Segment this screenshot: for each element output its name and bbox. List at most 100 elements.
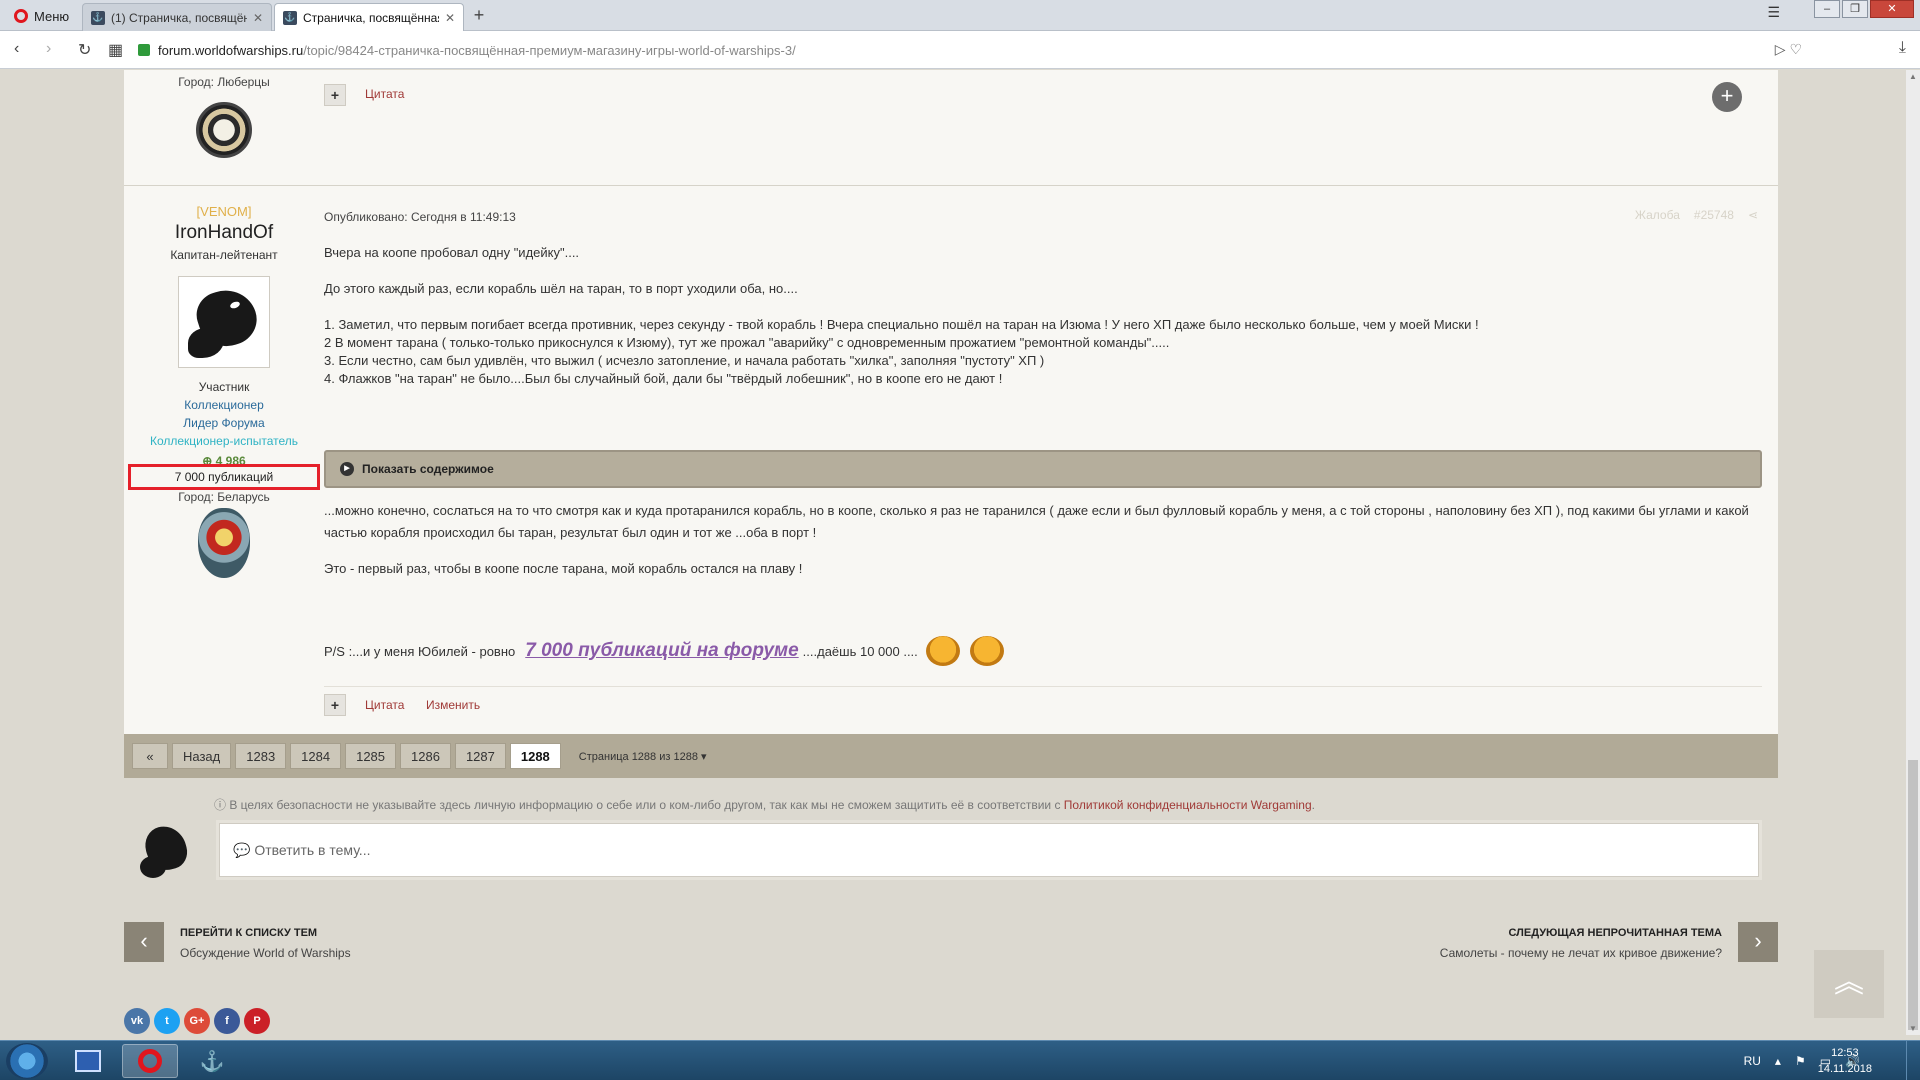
download-icon[interactable]: ⤓: [1899, 39, 1906, 57]
edit-link[interactable]: Изменить: [426, 698, 480, 712]
forward-arrow-icon[interactable]: ›: [46, 40, 51, 58]
share-icon[interactable]: ⋖: [1748, 208, 1758, 222]
post-number-link[interactable]: #25748: [1694, 208, 1734, 222]
spoiler-toggle[interactable]: ▶ Показать содержимое: [324, 450, 1762, 488]
post-paragraph: ...можно конечно, сослаться на то что см…: [324, 503, 1749, 540]
prev-author-city: Город: Люберцы: [178, 75, 270, 89]
show-desktop-button[interactable]: [1906, 1041, 1920, 1080]
clock-time: 12:53: [1831, 1047, 1859, 1059]
page-1287[interactable]: 1287: [454, 743, 506, 769]
tab-2-active[interactable]: ⚓ Страничка, посвящённая ✕: [274, 3, 464, 31]
next-unread-subtitle[interactable]: Самолеты - почему не лечат их кривое дви…: [1440, 946, 1722, 960]
quote-link[interactable]: Цитата: [365, 698, 404, 712]
back-arrow-icon[interactable]: ‹: [14, 40, 19, 58]
page-info-dropdown[interactable]: Страница 1288 из 1288 ▾: [579, 750, 707, 763]
minimize-icon[interactable]: –: [1814, 0, 1840, 18]
post-paragraph: Вчера на коопе пробовал одну "идейку"...…: [324, 245, 580, 260]
page-1284[interactable]: 1284: [290, 743, 342, 769]
author-avatar[interactable]: [178, 276, 270, 368]
post-meta-actions: Жалоба #25748 ⋖: [1635, 208, 1758, 222]
scroll-down-icon[interactable]: ▼: [1906, 1024, 1920, 1033]
multiquote-plus-button[interactable]: +: [324, 84, 346, 106]
previous-post: Город: Люберцы + Цитата +: [124, 70, 1778, 186]
opera-menu-button[interactable]: Меню: [6, 4, 77, 28]
add-circle-icon[interactable]: +: [1712, 82, 1742, 112]
close-window-icon[interactable]: ✕: [1870, 0, 1914, 18]
back-to-topics-arrow-icon[interactable]: ‹: [124, 922, 164, 962]
reload-icon[interactable]: ↻: [78, 40, 91, 60]
scroll-up-icon[interactable]: ▲: [1906, 72, 1920, 81]
clan-tag[interactable]: [VENOM]: [124, 204, 324, 219]
play-circle-icon: ▶: [340, 462, 354, 476]
prev-page-button[interactable]: Назад: [172, 743, 232, 769]
back-to-topics-subtitle[interactable]: Обсуждение World of Warships: [180, 946, 351, 960]
wows-favicon-icon: ⚓: [283, 10, 297, 25]
scrollbar-thumb[interactable]: [1908, 760, 1918, 1030]
scroll-to-top-button[interactable]: ︽: [1814, 950, 1884, 1018]
ps-prefix: P/S :...и у меня Юбилей - ровно: [324, 643, 516, 659]
page-1285[interactable]: 1285: [345, 743, 397, 769]
multiquote-plus-button[interactable]: +: [324, 694, 346, 716]
medal-emblem-icon: [198, 508, 250, 578]
security-note-text: В целях безопасности не указывайте здесь…: [229, 798, 1061, 812]
author-rank: Капитан-лейтенант: [170, 248, 278, 262]
group-forum-leader: Лидер Форума: [183, 416, 265, 430]
address-bar: ‹ › ↻ ▦ forum.worldofwarships.ru /topic/…: [0, 31, 1920, 69]
post-paragraph: 3. Если честно, сам был удивлён, что выж…: [324, 353, 1045, 368]
back-to-topics-title[interactable]: ПЕРЕЙТИ К СПИСКУ ТЕМ: [180, 927, 317, 939]
url-path: /topic/98424-страничка-посвящённая-преми…: [303, 42, 796, 58]
language-indicator[interactable]: RU: [1744, 1054, 1761, 1068]
vk-icon[interactable]: vk: [124, 1008, 150, 1034]
post-content: Вчера на коопе пробовал одну "идейку"...…: [324, 244, 1754, 388]
maximize-icon[interactable]: ❐: [1842, 0, 1868, 18]
divider: [324, 686, 1762, 687]
send-heart-icons[interactable]: ▷ ♡: [1775, 41, 1802, 58]
page-1288-current[interactable]: 1288: [509, 743, 561, 769]
page-scrollbar[interactable]: ▲ ▼: [1906, 70, 1920, 1035]
tab-title: Страничка, посвящённая: [303, 10, 439, 25]
clock[interactable]: 12:53 14.11.2018: [1818, 1045, 1872, 1077]
page-1286[interactable]: 1286: [400, 743, 451, 769]
speed-dial-grid-icon[interactable]: ▦: [108, 40, 123, 60]
quote-link[interactable]: Цитата: [365, 87, 404, 101]
privacy-policy-link[interactable]: Политикой конфиденциальности Wargaming: [1064, 798, 1312, 812]
menu-label: Меню: [34, 8, 70, 24]
next-unread-arrow-icon[interactable]: ›: [1738, 922, 1778, 962]
smiley-laugh-icon: [969, 636, 1004, 666]
tray-expand-icon[interactable]: ▴: [1775, 1054, 1781, 1068]
reply-input[interactable]: 💬 Ответить в тему...: [216, 820, 1762, 880]
pinterest-icon[interactable]: P: [244, 1008, 270, 1034]
author-city: Город: Беларусь: [178, 490, 270, 504]
tab-menu-icon[interactable]: ☰: [1767, 4, 1780, 21]
google-plus-icon[interactable]: G+: [184, 1008, 210, 1034]
share-buttons: vk t G+ f P: [124, 1008, 270, 1034]
author-name[interactable]: IronHandOf: [124, 222, 324, 244]
window-controls: – ❐ ✕: [1814, 0, 1914, 18]
facebook-icon[interactable]: f: [214, 1008, 240, 1034]
new-tab-plus-icon[interactable]: +: [468, 5, 490, 27]
flag-icon[interactable]: ⚑: [1795, 1054, 1806, 1068]
taskbar-explorer-icon[interactable]: [60, 1044, 116, 1078]
taskbar-wows-icon[interactable]: ⚓: [184, 1044, 240, 1078]
report-link[interactable]: Жалоба: [1635, 208, 1680, 222]
start-button-icon[interactable]: [6, 1043, 48, 1079]
tab-close-icon[interactable]: ✕: [253, 11, 263, 25]
page-1283[interactable]: 1283: [235, 743, 287, 769]
lock-icon: [138, 44, 150, 56]
comment-icon: 💬: [233, 841, 255, 858]
tab-close-icon[interactable]: ✕: [445, 11, 455, 25]
group-collector-tester: Коллекционер-испытатель: [149, 434, 299, 448]
url-field[interactable]: forum.worldofwarships.ru /topic/98424-ст…: [138, 37, 1778, 63]
tab-1[interactable]: ⚓ (1) Страничка, посвящённая ✕: [82, 3, 272, 31]
post-ps-line: P/S :...и у меня Юбилей - ровно 7 000 пу…: [324, 636, 1004, 666]
taskbar-opera-icon[interactable]: [122, 1044, 178, 1078]
first-page-button[interactable]: «: [132, 743, 168, 769]
reply-placeholder: Ответить в тему...: [254, 842, 371, 858]
twitter-icon[interactable]: t: [154, 1008, 180, 1034]
ps-posts-link[interactable]: 7 000 публикаций на форуме: [525, 640, 798, 662]
tab-title: (1) Страничка, посвящённая: [111, 10, 247, 25]
next-unread-title[interactable]: СЛЕДУЮЩАЯ НЕПРОЧИТАННАЯ ТЕМА: [1509, 927, 1723, 939]
url-domain: forum.worldofwarships.ru: [158, 42, 304, 58]
post-paragraph: 2 В момент тарана ( только-только прикос…: [324, 335, 1170, 350]
clock-date: 14.11.2018: [1817, 1063, 1872, 1075]
